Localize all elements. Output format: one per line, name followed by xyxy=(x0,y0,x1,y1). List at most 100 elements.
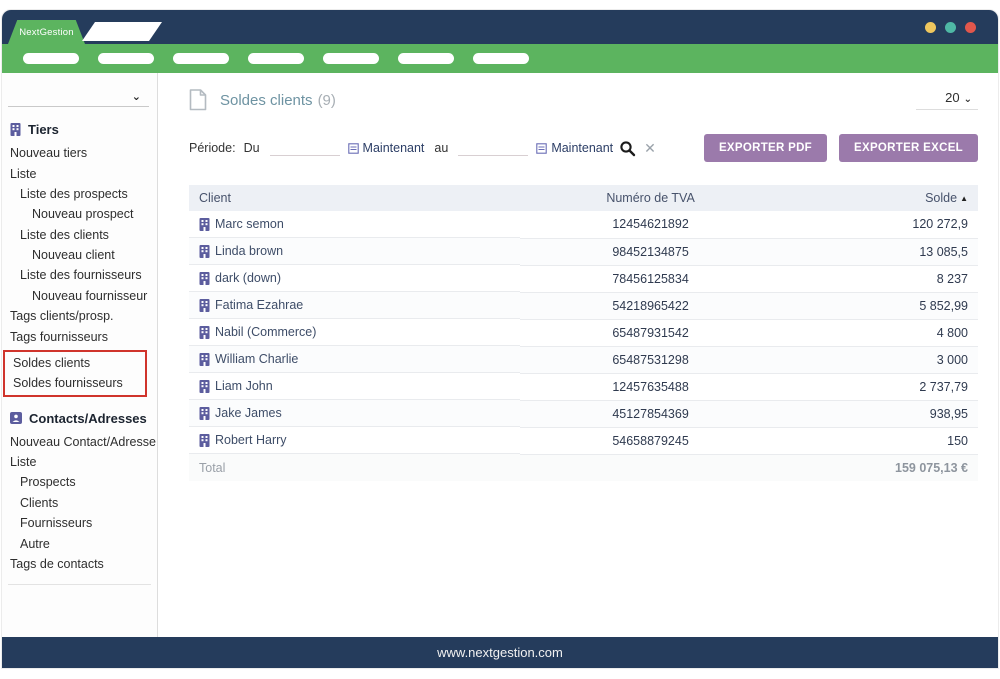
balance-value: 4 800 xyxy=(781,319,978,346)
nav-pill-button[interactable] xyxy=(23,53,79,64)
now-link-from[interactable]: Maintenant xyxy=(363,141,425,155)
sidebar-module-select[interactable]: ⌄ xyxy=(8,85,149,107)
client-link[interactable]: dark (down) xyxy=(189,265,520,292)
client-name: Marc semon xyxy=(215,217,284,231)
client-name: Jake James xyxy=(215,406,282,420)
column-header-client[interactable]: Client xyxy=(189,185,520,211)
client-name: Liam John xyxy=(215,379,273,393)
balances-table: Client Numéro de TVA Solde▲ Marc semon 12… xyxy=(189,185,978,481)
sidebar-item-prospects[interactable]: Prospects xyxy=(2,472,157,492)
tva-number: 98452134875 xyxy=(520,238,780,265)
sidebar-item-liste-des-clients[interactable]: Liste des clients xyxy=(2,225,157,245)
tva-number: 54658879245 xyxy=(520,427,780,454)
table-row: Robert Harry54658879245150 xyxy=(189,427,978,454)
export-pdf-button[interactable]: EXPORTER PDF xyxy=(704,134,827,162)
sidebar-item-clients[interactable]: Clients xyxy=(2,493,157,513)
close-dot-icon[interactable] xyxy=(965,22,976,33)
sidebar-item-soldes-clients[interactable]: Soldes clients xyxy=(5,353,145,373)
sidebar-item-tags-clients-prosp[interactable]: Tags clients/prosp. xyxy=(2,306,157,326)
date-from-input[interactable] xyxy=(270,140,340,156)
sidebar-item-tags-de-contacts[interactable]: Tags de contacts xyxy=(2,554,157,574)
client-link[interactable]: Robert Harry xyxy=(189,427,520,454)
client-link[interactable]: Liam John xyxy=(189,373,520,400)
client-name: William Charlie xyxy=(215,352,298,366)
page-size-value: 20 xyxy=(945,90,959,105)
total-label: Total xyxy=(189,454,520,481)
balance-value: 5 852,99 xyxy=(781,292,978,319)
sidebar-item-liste[interactable]: Liste xyxy=(2,163,157,183)
calendar-icon xyxy=(348,143,359,154)
tva-number: 78456125834 xyxy=(520,265,780,292)
secondary-tab[interactable] xyxy=(82,22,162,41)
table-row: William Charlie654875312983 000 xyxy=(189,346,978,373)
clear-filter-icon[interactable]: ✕ xyxy=(644,140,656,157)
record-count: (9) xyxy=(318,92,336,109)
period-label: Période: xyxy=(189,141,236,155)
sidebar-item-nouveau-prospect[interactable]: Nouveau prospect xyxy=(2,204,157,224)
table-row: dark (down)784561258348 237 xyxy=(189,265,978,292)
sidebar: ⌄ TiersNouveau tiersListeListe des prosp… xyxy=(2,73,158,637)
client-link[interactable]: Jake James xyxy=(189,400,520,427)
search-icon[interactable] xyxy=(619,140,636,157)
tva-number: 12454621892 xyxy=(520,211,780,238)
balance-value: 3 000 xyxy=(781,346,978,373)
sidebar-item-liste-des-fournisseurs[interactable]: Liste des fournisseurs xyxy=(2,265,157,285)
sidebar-item-soldes-fournisseurs[interactable]: Soldes fournisseurs xyxy=(5,373,145,393)
building-icon xyxy=(199,299,209,312)
sidebar-item-liste[interactable]: Liste xyxy=(2,452,157,472)
chevron-down-icon: ⌄ xyxy=(964,94,972,105)
page-size-select[interactable]: 20 ⌄ xyxy=(916,90,978,110)
sidebar-divider xyxy=(8,584,151,585)
tva-number: 54218965422 xyxy=(520,292,780,319)
document-icon xyxy=(189,89,207,111)
now-link-to[interactable]: Maintenant xyxy=(551,141,613,155)
sidebar-item-nouveau-tiers[interactable]: Nouveau tiers xyxy=(2,143,157,163)
balance-value: 2 737,79 xyxy=(781,373,978,400)
client-link[interactable]: William Charlie xyxy=(189,346,520,373)
client-name: Linda brown xyxy=(215,244,283,258)
building-icon xyxy=(199,218,209,231)
client-link[interactable]: Linda brown xyxy=(189,238,520,265)
balance-value: 938,95 xyxy=(781,400,978,427)
sidebar-item-nouveau-fournisseur[interactable]: Nouveau fournisseur xyxy=(2,286,157,306)
sidebar-section-header: Contacts/Adresses xyxy=(2,400,157,432)
sidebar-item-nouveau-contact-adresse[interactable]: Nouveau Contact/Adresse xyxy=(2,432,157,452)
brand-tab[interactable]: NextGestion xyxy=(8,20,85,44)
building-icon xyxy=(199,407,209,420)
building-icon xyxy=(10,123,21,136)
client-link[interactable]: Marc semon xyxy=(189,211,520,238)
brand-tab-label: NextGestion xyxy=(19,27,73,38)
export-excel-button[interactable]: EXPORTER EXCEL xyxy=(839,134,978,162)
nav-pill-button[interactable] xyxy=(248,53,304,64)
window-controls xyxy=(925,10,976,44)
table-row: Jake James45127854369938,95 xyxy=(189,400,978,427)
minimize-dot-icon[interactable] xyxy=(925,22,936,33)
sidebar-item-tags-fournisseurs[interactable]: Tags fournisseurs xyxy=(2,326,157,346)
balance-value: 8 237 xyxy=(781,265,978,292)
client-link[interactable]: Fatima Ezahrae xyxy=(189,292,520,319)
nav-pill-button[interactable] xyxy=(98,53,154,64)
sidebar-item-nouveau-client[interactable]: Nouveau client xyxy=(2,245,157,265)
nav-pill-button[interactable] xyxy=(323,53,379,64)
table-row: Nabil (Commerce)654879315424 800 xyxy=(189,319,978,346)
nav-pill-button[interactable] xyxy=(473,53,529,64)
balance-value: 150 xyxy=(781,427,978,454)
balance-value: 13 085,5 xyxy=(781,238,978,265)
sidebar-item-liste-des-prospects[interactable]: Liste des prospects xyxy=(2,184,157,204)
table-row: Fatima Ezahrae542189654225 852,99 xyxy=(189,292,978,319)
nav-pill-button[interactable] xyxy=(398,53,454,64)
building-icon xyxy=(199,380,209,393)
footer-bar: www.nextgestion.com xyxy=(2,637,998,668)
building-icon xyxy=(199,245,209,258)
date-to-input[interactable] xyxy=(458,140,528,156)
client-link[interactable]: Nabil (Commerce) xyxy=(189,319,520,346)
column-header-solde[interactable]: Solde▲ xyxy=(781,185,978,211)
column-header-label: Solde xyxy=(925,191,957,205)
table-row: Marc semon12454621892120 272,9 xyxy=(189,211,978,238)
nav-pill-button[interactable] xyxy=(173,53,229,64)
sidebar-item-fournisseurs[interactable]: Fournisseurs xyxy=(2,513,157,533)
tva-number: 65487931542 xyxy=(520,319,780,346)
column-header-tva[interactable]: Numéro de TVA xyxy=(520,185,780,211)
maximize-dot-icon[interactable] xyxy=(945,22,956,33)
sidebar-item-autre[interactable]: Autre xyxy=(2,533,157,553)
